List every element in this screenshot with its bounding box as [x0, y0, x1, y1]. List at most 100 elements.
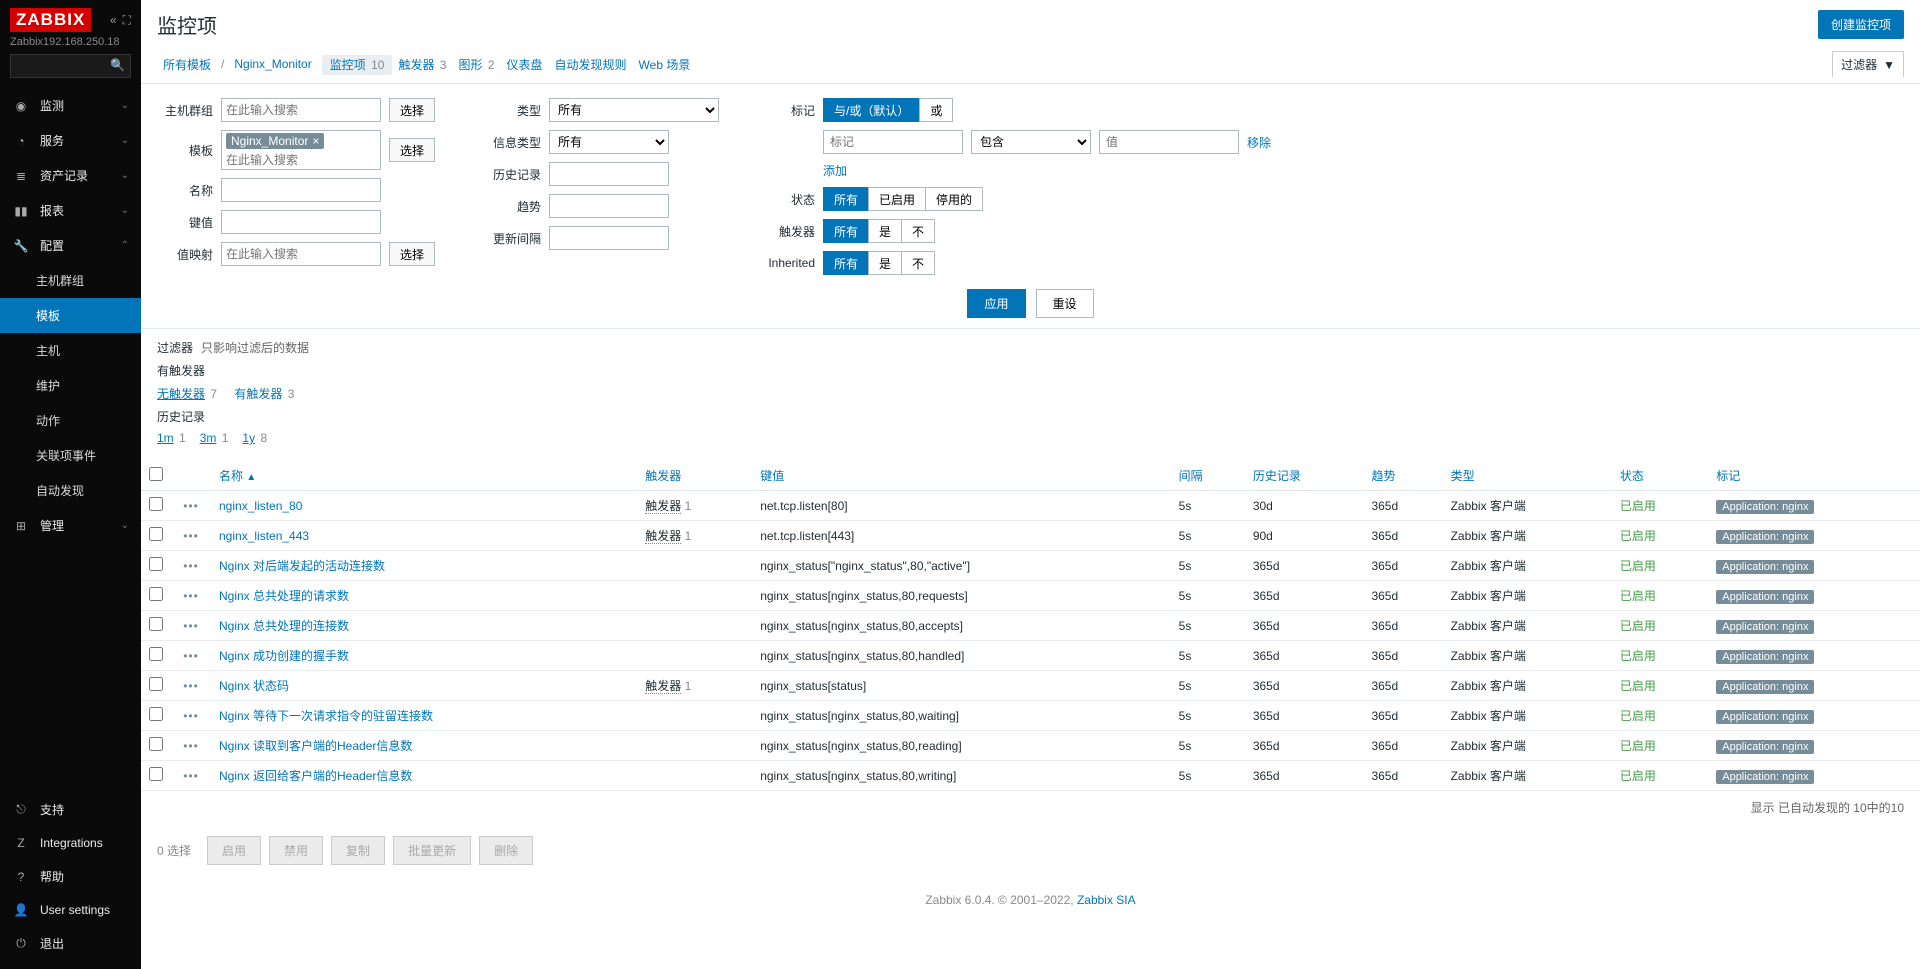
row-menu-icon[interactable]: •••: [183, 769, 199, 783]
tab[interactable]: 自动发现规则: [549, 55, 633, 75]
tab[interactable]: Web 场景: [633, 55, 697, 75]
reset-button[interactable]: 重设: [1036, 289, 1094, 318]
row-menu-icon[interactable]: •••: [183, 499, 199, 513]
bulk-delete-button[interactable]: 删除: [479, 836, 533, 865]
tag-chip[interactable]: Application: nginx: [1716, 500, 1814, 514]
status-link[interactable]: 已启用: [1620, 679, 1656, 693]
tag-chip[interactable]: Application: nginx: [1716, 680, 1814, 694]
tag-value-input[interactable]: [1099, 130, 1239, 154]
row-menu-icon[interactable]: •••: [183, 589, 199, 603]
subf-hist-link[interactable]: 3m: [200, 431, 217, 445]
tab[interactable]: 图形 2: [452, 55, 500, 75]
seg-option[interactable]: 是: [868, 251, 902, 275]
status-link[interactable]: 已启用: [1620, 769, 1656, 783]
template-input[interactable]: Nginx_Monitor×: [221, 130, 381, 170]
subf-hist-link[interactable]: 1y: [242, 431, 255, 445]
bulk-enable-button[interactable]: 启用: [207, 836, 261, 865]
nav-sub-item[interactable]: 模板: [0, 298, 141, 333]
nav-sub-item[interactable]: 主机: [0, 333, 141, 368]
tag-chip[interactable]: Application: nginx: [1716, 530, 1814, 544]
crumb-template[interactable]: Nginx_Monitor: [228, 54, 317, 74]
trigger-link[interactable]: 触发器: [645, 499, 681, 514]
subf-no-trig[interactable]: 无触发器: [157, 387, 205, 401]
tab[interactable]: 触发器 3: [392, 55, 452, 75]
nav-item[interactable]: ⊞管理⌄: [0, 508, 141, 543]
seg-option[interactable]: 停用的: [925, 187, 983, 211]
valuemap-field[interactable]: [226, 247, 376, 261]
row-menu-icon[interactable]: •••: [183, 739, 199, 753]
tag-chip[interactable]: Application: nginx: [1716, 650, 1814, 664]
tag-remove-link[interactable]: 移除: [1247, 134, 1271, 151]
row-checkbox[interactable]: [149, 497, 163, 511]
status-link[interactable]: 已启用: [1620, 619, 1656, 633]
tag-remove-icon[interactable]: ×: [312, 134, 319, 148]
nav-item[interactable]: ▮▮报表⌄: [0, 193, 141, 228]
status-link[interactable]: 已启用: [1620, 529, 1656, 543]
subf-hist-link[interactable]: 1m: [157, 431, 174, 445]
row-checkbox[interactable]: [149, 707, 163, 721]
th-status[interactable]: 状态: [1612, 461, 1708, 491]
row-checkbox[interactable]: [149, 587, 163, 601]
nav-bottom-item[interactable]: 👤User settings: [0, 894, 141, 926]
tag-add-link[interactable]: 添加: [823, 162, 847, 179]
nav-item[interactable]: ◔服务⌄: [0, 123, 141, 158]
item-name-link[interactable]: Nginx 读取到客户端的Header信息数: [219, 739, 412, 753]
kiosk-icon[interactable]: ⛶: [123, 13, 131, 28]
status-link[interactable]: 已启用: [1620, 709, 1656, 723]
type-select[interactable]: 所有: [549, 98, 719, 122]
apply-button[interactable]: 应用: [967, 289, 1025, 318]
host-group-input[interactable]: [221, 98, 381, 122]
nav-sub-item[interactable]: 动作: [0, 403, 141, 438]
template-select-button[interactable]: 选择: [389, 138, 435, 162]
th-triggers[interactable]: 触发器: [637, 461, 752, 491]
tag-chip[interactable]: Application: nginx: [1716, 770, 1814, 784]
check-all[interactable]: [149, 467, 163, 481]
key-input[interactable]: [221, 210, 381, 234]
trends-input[interactable]: [549, 194, 669, 218]
th-history[interactable]: 历史记录: [1245, 461, 1364, 491]
tag-chip[interactable]: Application: nginx: [1716, 740, 1814, 754]
row-checkbox[interactable]: [149, 737, 163, 751]
th-trends[interactable]: 趋势: [1363, 461, 1442, 491]
nav-sub-item[interactable]: 关联项事件: [0, 438, 141, 473]
row-menu-icon[interactable]: •••: [183, 679, 199, 693]
row-checkbox[interactable]: [149, 617, 163, 631]
status-link[interactable]: 已启用: [1620, 649, 1656, 663]
host-group-field[interactable]: [226, 103, 376, 117]
row-menu-icon[interactable]: •••: [183, 649, 199, 663]
nav-sub-item[interactable]: 主机群组: [0, 263, 141, 298]
tag-chip[interactable]: Application: nginx: [1716, 710, 1814, 724]
trigger-link[interactable]: 触发器: [645, 679, 681, 694]
collapse-icon[interactable]: «: [110, 13, 117, 28]
tab[interactable]: 监控项 10: [322, 55, 393, 75]
logo[interactable]: ZABBIX: [10, 8, 91, 32]
status-link[interactable]: 已启用: [1620, 499, 1656, 513]
status-link[interactable]: 已启用: [1620, 739, 1656, 753]
row-checkbox[interactable]: [149, 527, 163, 541]
tag-name-input[interactable]: [823, 130, 963, 154]
bulk-disable-button[interactable]: 禁用: [269, 836, 323, 865]
seg-option[interactable]: 所有: [823, 219, 869, 243]
item-name-link[interactable]: Nginx 状态码: [219, 679, 289, 693]
th-interval[interactable]: 间隔: [1171, 461, 1245, 491]
th-name[interactable]: 名称 ▲: [211, 461, 637, 491]
item-name-link[interactable]: Nginx 对后端发起的活动连接数: [219, 559, 385, 573]
row-menu-icon[interactable]: •••: [183, 709, 199, 723]
row-checkbox[interactable]: [149, 767, 163, 781]
nav-sub-item[interactable]: 自动发现: [0, 473, 141, 508]
status-link[interactable]: 已启用: [1620, 559, 1656, 573]
row-menu-icon[interactable]: •••: [183, 559, 199, 573]
bulk-copy-button[interactable]: 复制: [331, 836, 385, 865]
item-name-link[interactable]: Nginx 等待下一次请求指令的驻留连接数: [219, 709, 433, 723]
item-name-link[interactable]: Nginx 总共处理的请求数: [219, 589, 349, 603]
template-field[interactable]: [226, 153, 376, 167]
history-input[interactable]: [549, 162, 669, 186]
tag-op-select[interactable]: 包含: [971, 130, 1091, 154]
nav-bottom-item[interactable]: ZIntegrations: [0, 827, 141, 859]
search-icon[interactable]: 🔍: [110, 58, 125, 72]
nav-bottom-item[interactable]: ⏻退出: [0, 926, 141, 961]
item-name-link[interactable]: nginx_listen_80: [219, 499, 302, 513]
crumb-all-templates[interactable]: 所有模板: [157, 53, 217, 76]
th-key[interactable]: 键值: [752, 461, 1170, 491]
valuemap-input[interactable]: [221, 242, 381, 266]
